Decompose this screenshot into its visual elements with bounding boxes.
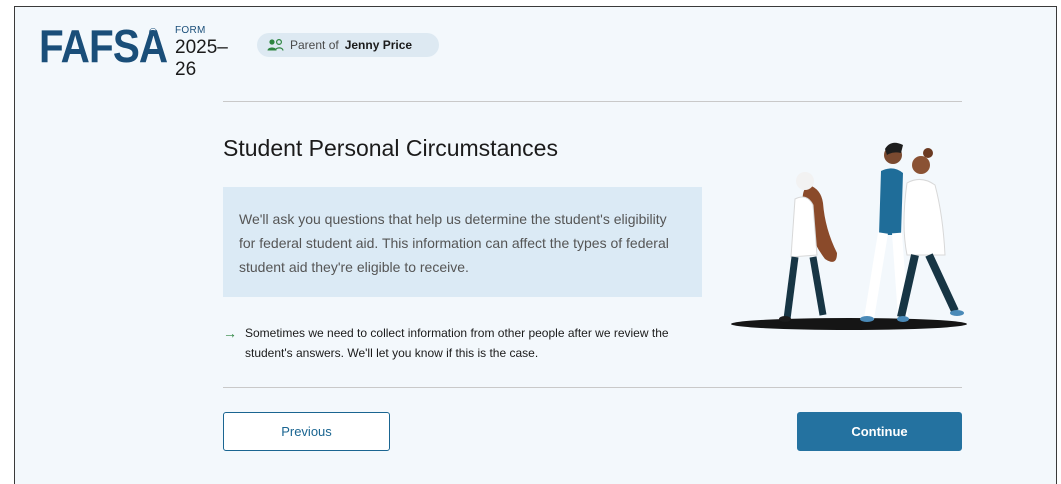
note: → Sometimes we need to collect informati… [223,323,683,363]
form-label: FORM [175,25,206,36]
form-year: 2025–26 [175,37,228,80]
users-icon [267,39,284,51]
info-text: We'll ask you questions that help us det… [239,211,669,275]
previous-button[interactable]: Previous [223,412,390,451]
info-box: We'll ask you questions that help us det… [223,187,702,297]
header: FAFSA ® FORM 2025–26 [39,23,228,83]
students-walking-illustration [725,129,975,339]
role-name: Jenny Price [344,38,413,52]
arrow-right-icon: → [223,325,237,341]
note-text: Sometimes we need to collect information… [245,326,669,360]
continue-button[interactable]: Continue [797,412,962,451]
footer-divider [223,387,962,388]
role-badge: Parent of Jenny Price [257,33,439,57]
header-divider [223,101,962,102]
registered-mark: ® [149,27,158,39]
page-title: Student Personal Circumstances [223,135,558,161]
page-frame: FAFSA ® FORM 2025–26 Parent of Jenny Pri… [14,6,1057,484]
role-prefix: Parent of [290,38,339,52]
form-year-block: FORM 2025–26 [175,25,228,81]
